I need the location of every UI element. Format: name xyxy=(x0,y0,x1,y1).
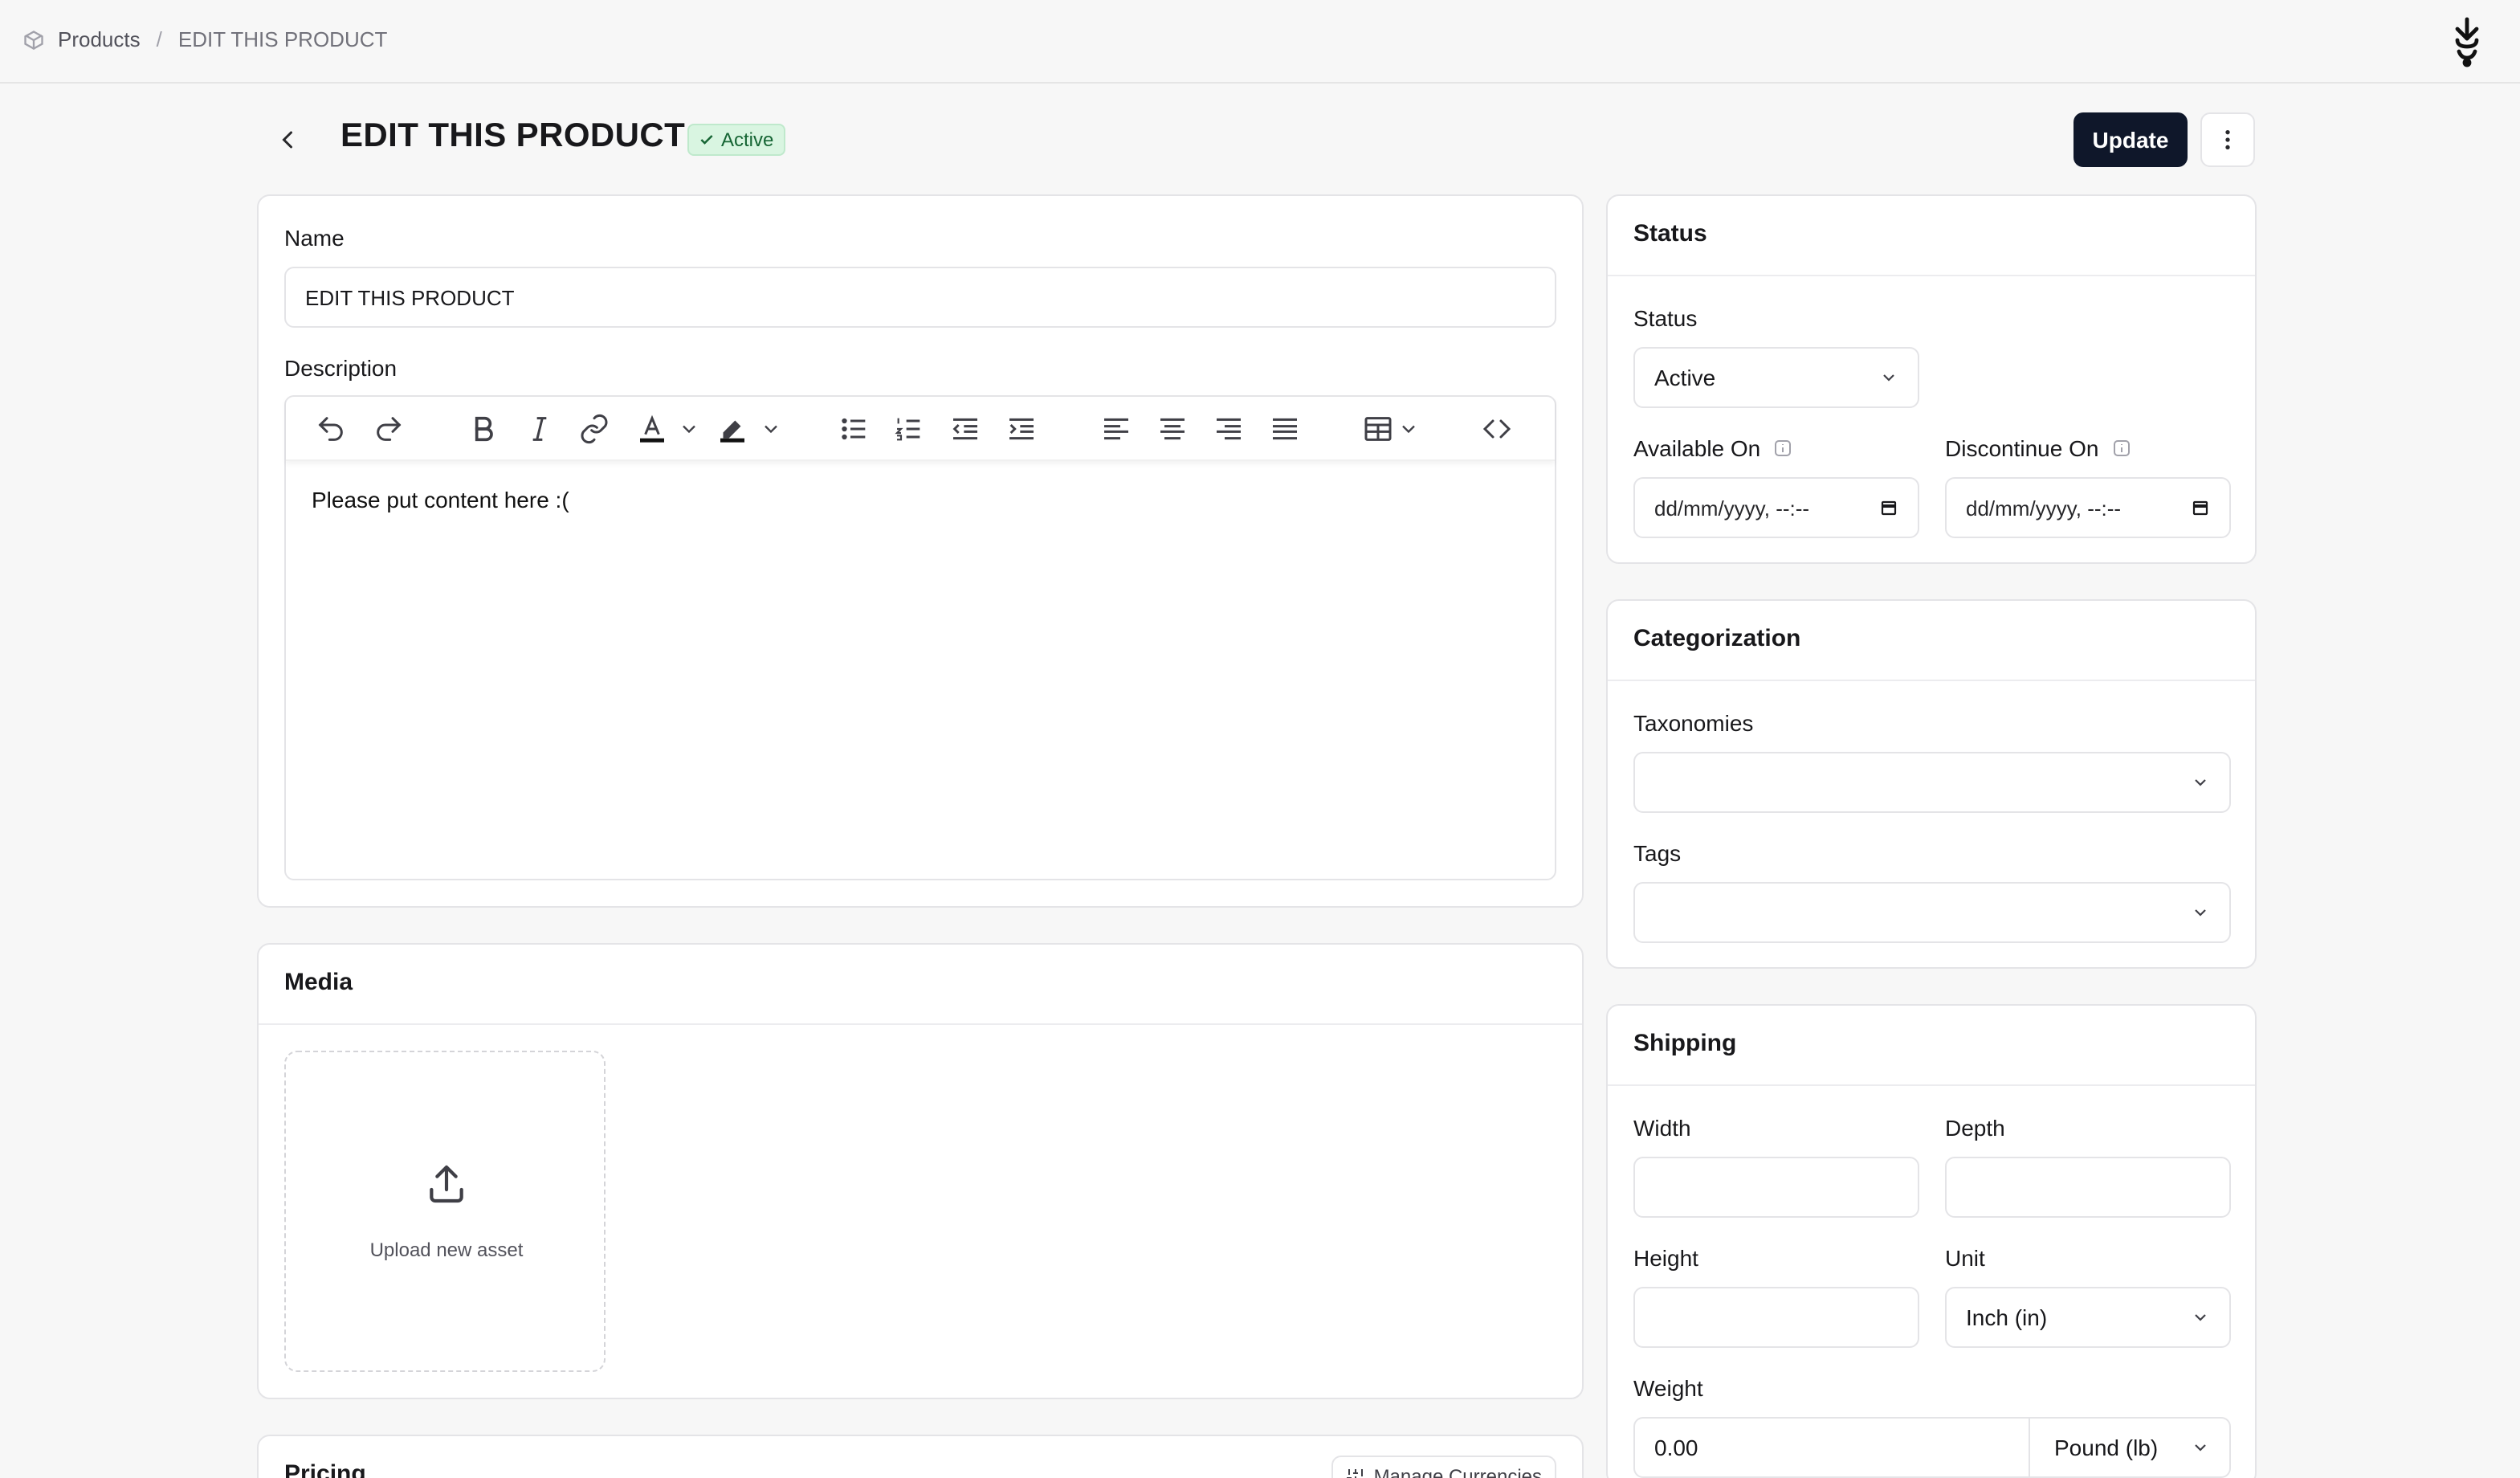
categorization-card: Categorization Taxonomies Tags xyxy=(1606,599,2257,969)
status-label: Status xyxy=(1633,305,1698,331)
discontinue-on-label-text: Discontinue On xyxy=(1945,435,2099,461)
status-select-value: Active xyxy=(1654,365,1716,390)
media-title: Media xyxy=(259,945,1582,1025)
taxonomies-label: Taxonomies xyxy=(1633,710,1754,736)
chevron-down-icon xyxy=(2195,1314,2206,1321)
status-badge: Active xyxy=(687,124,785,156)
numbered-list-icon[interactable] xyxy=(893,413,925,445)
upload-dropzone[interactable]: Upload new asset xyxy=(284,1051,606,1372)
editor-content[interactable]: Please put content here :( xyxy=(312,487,569,512)
discontinue-on-input[interactable]: dd/mm/yyyy, --:-- xyxy=(1945,477,2231,538)
info-icon[interactable] xyxy=(1773,439,1792,458)
discontinue-on-label: Discontinue On xyxy=(1945,435,2131,461)
shipping-card: Shipping Width Depth Height Unit Inch (i… xyxy=(1606,1004,2257,1478)
align-center-icon[interactable] xyxy=(1156,413,1189,445)
available-on-label-text: Available On xyxy=(1633,435,1761,461)
editor-toolbar xyxy=(286,397,1555,461)
highlight-chevron-icon[interactable] xyxy=(760,413,782,445)
unit-select-value: Inch (in) xyxy=(1966,1304,2048,1330)
breadcrumb-current: EDIT THIS PRODUCT xyxy=(177,27,388,51)
weight-label: Weight xyxy=(1633,1375,1703,1401)
weight-unit-select[interactable]: Pound (lb) xyxy=(2029,1419,2229,1476)
available-on-value: dd/mm/yyyy, --:-- xyxy=(1654,496,1810,520)
width-label: Width xyxy=(1633,1115,1691,1141)
available-on-label: Available On xyxy=(1633,435,1792,461)
weight-unit-value: Pound (lb) xyxy=(2054,1435,2159,1460)
pricing-card: Pricing Manage Currencies xyxy=(257,1435,1584,1478)
more-options-button[interactable] xyxy=(2200,112,2255,167)
bullet-list-icon[interactable] xyxy=(838,413,871,445)
tags-label: Tags xyxy=(1633,840,1682,866)
depth-label: Depth xyxy=(1945,1115,2005,1141)
align-justify-icon[interactable] xyxy=(1269,413,1301,445)
page-title: EDIT THIS PRODUCT xyxy=(340,117,686,154)
upload-icon xyxy=(430,1165,463,1203)
table-chevron-icon[interactable] xyxy=(1397,413,1420,445)
chevron-down-icon xyxy=(2195,909,2206,917)
discontinue-on-value: dd/mm/yyyy, --:-- xyxy=(1966,496,2122,520)
tags-select[interactable] xyxy=(1633,882,2231,943)
height-input[interactable] xyxy=(1633,1287,1919,1348)
media-card: Media Upload new asset xyxy=(257,943,1584,1399)
italic-icon[interactable] xyxy=(524,413,556,445)
chevron-down-icon xyxy=(2195,1444,2206,1451)
status-card-title: Status xyxy=(1608,196,2255,276)
status-select[interactable]: Active xyxy=(1633,347,1919,408)
description-editor[interactable]: Please put content here :( xyxy=(284,395,1556,880)
indent-icon[interactable] xyxy=(1005,413,1038,445)
name-input[interactable]: EDIT THIS PRODUCT xyxy=(284,267,1556,328)
manage-currencies-label: Manage Currencies xyxy=(1373,1465,1542,1478)
unit-label: Unit xyxy=(1945,1245,1985,1271)
update-button[interactable]: Update xyxy=(2073,112,2188,167)
general-card: Name EDIT THIS PRODUCT Description Pleas… xyxy=(257,194,1584,908)
text-color-chevron-icon[interactable] xyxy=(678,413,700,445)
more-vertical-icon xyxy=(2225,130,2230,149)
link-icon[interactable] xyxy=(578,413,610,445)
breadcrumb-separator: / xyxy=(156,27,162,51)
back-arrow-icon[interactable] xyxy=(273,125,302,154)
text-color-icon[interactable] xyxy=(636,413,668,445)
name-label: Name xyxy=(284,225,345,251)
chevron-down-icon xyxy=(1883,374,1894,382)
upload-label: Upload new asset xyxy=(369,1239,524,1261)
sliders-icon xyxy=(1347,1469,1364,1478)
calendar-icon[interactable] xyxy=(1879,498,1898,517)
code-view-icon[interactable] xyxy=(1481,413,1513,445)
breadcrumb-products-link[interactable]: Products xyxy=(58,27,141,51)
weight-input[interactable]: 0.00 Pound (lb) xyxy=(1633,1417,2231,1478)
available-on-input[interactable]: dd/mm/yyyy, --:-- xyxy=(1633,477,1919,538)
taxonomies-select[interactable] xyxy=(1633,752,2231,813)
outdent-icon[interactable] xyxy=(949,413,981,445)
package-icon xyxy=(24,30,43,49)
description-label: Description xyxy=(284,355,398,381)
width-input[interactable] xyxy=(1633,1157,1919,1218)
table-icon[interactable] xyxy=(1362,413,1394,445)
highlight-icon[interactable] xyxy=(716,413,748,445)
bold-icon[interactable] xyxy=(467,413,500,445)
categorization-title: Categorization xyxy=(1608,601,2255,681)
brand-logo-icon[interactable] xyxy=(2445,16,2489,67)
depth-input[interactable] xyxy=(1945,1157,2231,1218)
align-left-icon[interactable] xyxy=(1100,413,1132,445)
info-icon[interactable] xyxy=(2111,439,2131,458)
name-input-value: EDIT THIS PRODUCT xyxy=(305,285,515,309)
top-bar: Products / EDIT THIS PRODUCT xyxy=(0,0,2520,84)
weight-input-value[interactable]: 0.00 xyxy=(1635,1435,2029,1460)
manage-currencies-button[interactable]: Manage Currencies xyxy=(1331,1456,1556,1478)
align-right-icon[interactable] xyxy=(1213,413,1245,445)
page-root: Products / EDIT THIS PRODUCT EDIT THIS P… xyxy=(0,0,2520,1478)
undo-icon[interactable] xyxy=(315,413,347,445)
height-label: Height xyxy=(1633,1245,1698,1271)
status-badge-label: Active xyxy=(721,129,774,151)
breadcrumb: Products / EDIT THIS PRODUCT xyxy=(22,27,387,51)
calendar-icon[interactable] xyxy=(2191,498,2210,517)
status-card: Status Status Active Available On dd/mm/… xyxy=(1606,194,2257,564)
shipping-title: Shipping xyxy=(1608,1006,2255,1086)
check-icon xyxy=(700,135,713,145)
unit-select[interactable]: Inch (in) xyxy=(1945,1287,2231,1348)
chevron-down-icon xyxy=(2195,779,2206,786)
redo-icon[interactable] xyxy=(373,413,405,445)
